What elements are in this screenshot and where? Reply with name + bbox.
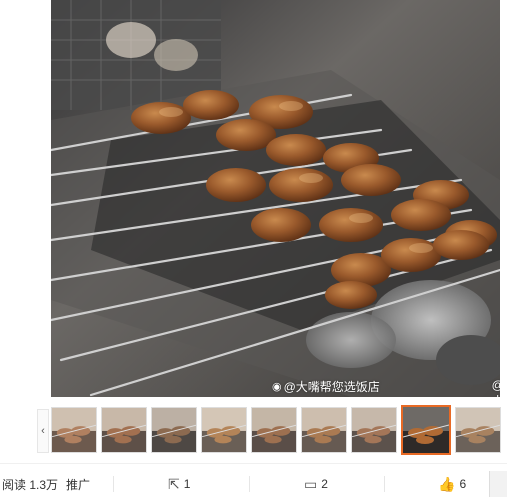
comment-icon: ▭ bbox=[304, 475, 318, 492]
thumbnail-image bbox=[102, 408, 146, 452]
thumbnail-item[interactable] bbox=[201, 407, 247, 453]
share-button[interactable]: ⇱ 1 bbox=[168, 464, 190, 503]
thumbnail-image bbox=[456, 408, 500, 452]
watermark-right-text: @小海豹豹 bbox=[492, 378, 500, 397]
weibo-post-media: ◉ @大嘴帮您选饭店 ◉ @小海豹豹 ‹ 阅读 1.3万 推广 ⇱ 1 ▭ 2 bbox=[0, 0, 507, 503]
thumbnail-item[interactable] bbox=[101, 407, 147, 453]
thumbnail-strip: ‹ bbox=[37, 405, 507, 457]
thumbnail-item[interactable] bbox=[351, 407, 397, 453]
promote-button[interactable]: 推广 bbox=[66, 464, 90, 503]
comment-count: 2 bbox=[321, 477, 328, 491]
skewer-photo-art bbox=[51, 0, 500, 397]
action-bar: 阅读 1.3万 推广 ⇱ 1 ▭ 2 👍 6 bbox=[0, 463, 507, 503]
watermark-right: ◉ @小海豹豹 bbox=[480, 378, 500, 397]
thumbnail-image bbox=[352, 408, 396, 452]
share-count: 1 bbox=[183, 477, 191, 491]
thumbnail-image bbox=[202, 408, 246, 452]
divider bbox=[249, 476, 250, 492]
thumbnail-image bbox=[152, 408, 196, 452]
thumbnail-item[interactable] bbox=[151, 407, 197, 453]
main-photo[interactable]: ◉ @大嘴帮您选饭店 ◉ @小海豹豹 bbox=[51, 0, 500, 397]
like-button[interactable]: 👍 6 bbox=[438, 464, 466, 503]
divider bbox=[113, 476, 114, 492]
watermark-left: ◉ @大嘴帮您选饭店 bbox=[272, 378, 380, 395]
chevron-left-icon: ‹ bbox=[41, 425, 45, 437]
thumbnail-item[interactable] bbox=[401, 405, 451, 455]
thumbnail-item[interactable] bbox=[251, 407, 297, 453]
thumbnail-item[interactable] bbox=[455, 407, 501, 453]
scroll-chip[interactable] bbox=[489, 471, 507, 497]
read-count-label: 阅读 1.3万 bbox=[2, 477, 59, 492]
comment-button[interactable]: ▭ 2 bbox=[304, 464, 328, 503]
thumbnail-image bbox=[403, 407, 449, 453]
watermark-left-text: @大嘴帮您选饭店 bbox=[283, 380, 380, 394]
thumbnail-item[interactable] bbox=[51, 407, 97, 453]
thumbnail-image bbox=[52, 408, 96, 452]
read-count: 阅读 1.3万 bbox=[2, 464, 58, 503]
thumbs-up-icon: 👍 bbox=[438, 475, 456, 492]
promote-label: 推广 bbox=[66, 477, 91, 492]
thumbnail-item[interactable] bbox=[301, 407, 347, 453]
share-icon: ⇱ bbox=[168, 475, 180, 492]
weibo-icon: ◉ bbox=[272, 381, 282, 393]
thumbnail-list bbox=[51, 405, 501, 455]
like-count: 6 bbox=[459, 477, 467, 491]
thumbnail-image bbox=[302, 408, 346, 452]
prev-thumbnail-button[interactable]: ‹ bbox=[37, 409, 49, 453]
thumbnail-image bbox=[252, 408, 296, 452]
divider bbox=[384, 476, 385, 492]
